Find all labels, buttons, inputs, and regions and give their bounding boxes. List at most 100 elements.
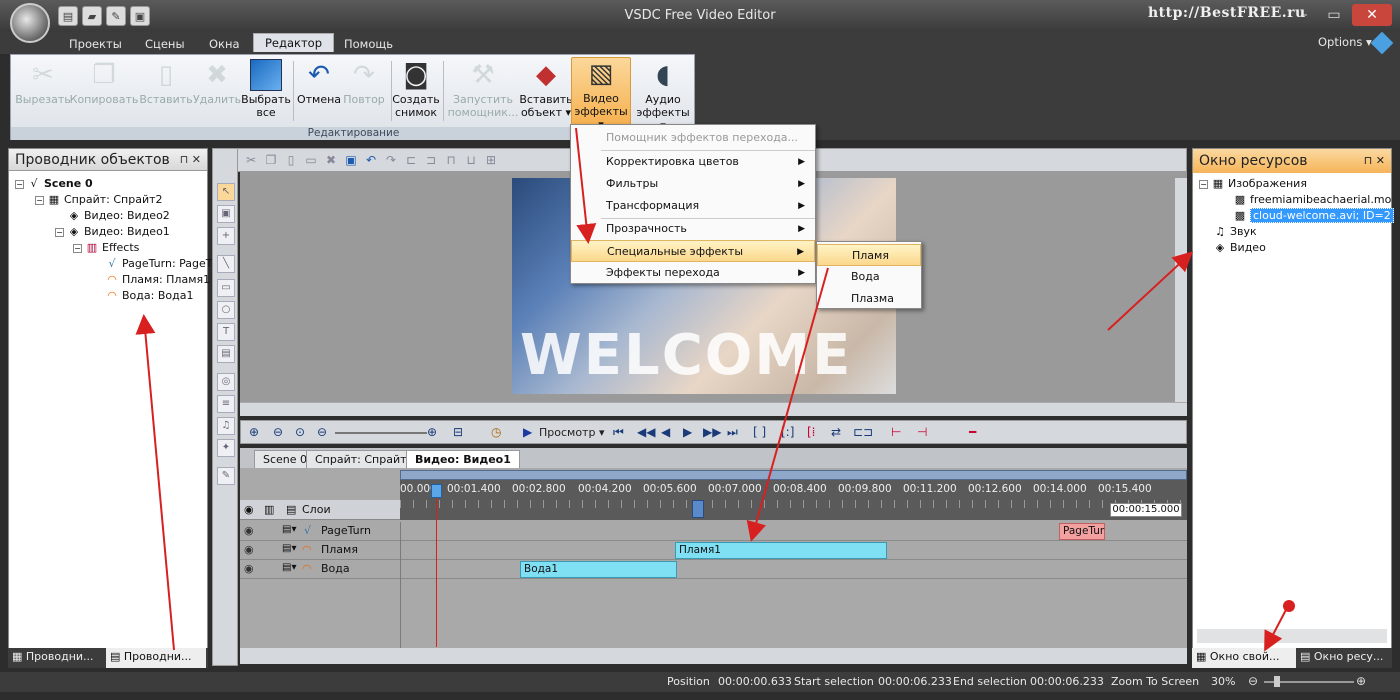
tools-icon[interactable]: ✎ [106, 6, 126, 26]
cut-icon[interactable]: ✂ [243, 152, 259, 168]
rect-tool-icon[interactable]: ▭ [217, 279, 235, 297]
close-button[interactable]: ✕ [1352, 4, 1392, 26]
playhead-handle[interactable] [431, 484, 442, 498]
eye-icon[interactable]: ◉ [244, 543, 254, 556]
position-marker[interactable] [692, 500, 704, 518]
tab-projects[interactable]: Проекты [58, 35, 133, 54]
collapse-icon[interactable]: − [15, 179, 24, 189]
tree-item-video[interactable]: ◈ Видео [1213, 240, 1266, 256]
ellipse-tool-icon[interactable]: ○ [217, 301, 235, 319]
copy-icon[interactable]: ❐ [263, 152, 279, 168]
step-forward-icon[interactable]: ▶ [683, 425, 692, 439]
collapse-icon[interactable]: − [55, 227, 64, 237]
video-effects-button[interactable]: ▧Видео эффекты ▾ [571, 57, 631, 131]
video-tool-icon[interactable]: ◎ [217, 373, 235, 391]
zoom-100-icon[interactable]: ⊙ [295, 425, 305, 439]
zoom-slider-min-icon[interactable]: ⊖ [317, 425, 327, 439]
timeline-layer-flame[interactable]: ◉ ▤▾ ◠ Пламя Пламя1 [240, 541, 1187, 560]
clip-water[interactable]: Вода1 [520, 561, 677, 578]
insert-object-button[interactable]: ◆ Вставить объект ▾ [519, 59, 573, 127]
snapshot-button[interactable]: ◙ Создать снимок [392, 59, 440, 127]
delete-button[interactable]: ✖ Удалить [193, 59, 241, 127]
fast-forward-icon[interactable]: ▶▶ [703, 425, 721, 439]
tab-help[interactable]: Помощь [333, 35, 404, 54]
fit-icon[interactable]: ⊟ [453, 425, 463, 439]
paste-button[interactable]: ▯ Вставить [139, 59, 193, 127]
canvas-hscroll[interactable] [240, 402, 1187, 416]
line-tool-icon[interactable]: ╲ [217, 255, 235, 273]
tree-item-video2[interactable]: ◈ Видео: Видео2 [67, 208, 170, 224]
zoom-out-icon[interactable]: ⊖ [273, 425, 283, 439]
app-logo-icon[interactable] [10, 3, 50, 43]
tree-item-water[interactable]: ◠ Вода: Вода1 [105, 288, 193, 304]
timeline-range-bar[interactable] [400, 470, 1187, 480]
minimize-icon[interactable]: – [1290, 4, 1318, 26]
paste-icon[interactable]: ▯ [283, 152, 299, 168]
zoom-in-icon[interactable]: ⊕ [249, 425, 259, 439]
tree-item-sprite[interactable]: − ▦ Спрайт: Спрайт2 [35, 192, 163, 208]
tab-explorer-2[interactable]: ▤ Проводни... [106, 648, 206, 668]
text-tool-icon[interactable]: T [217, 323, 235, 341]
resource-file-avi[interactable]: ▩ cloud-welcome.avi; ID=2 [1233, 208, 1394, 224]
distribute-icon[interactable]: ⊞ [483, 152, 499, 168]
tree-item-video1[interactable]: − ◈ Видео: Видео1 [55, 224, 170, 240]
maximize-icon[interactable]: ▭ [1320, 4, 1348, 26]
cut-button[interactable]: ✂ Вырезать [15, 59, 71, 127]
submenu-item-water[interactable]: Вода [817, 266, 921, 288]
undo-icon[interactable]: ↶ [363, 152, 379, 168]
rewind-icon[interactable]: ◀◀ [637, 425, 655, 439]
layer-menu-icon[interactable]: ▤▾ [282, 524, 296, 535]
tab-scenes[interactable]: Сцены [134, 35, 196, 54]
menu-item-transparency[interactable]: Прозрачность ▶ [571, 218, 815, 240]
canvas-vscroll[interactable] [1175, 178, 1187, 402]
crop-tool-icon[interactable]: ▣ [217, 205, 235, 223]
submenu-item-flame[interactable]: Пламя [817, 244, 921, 266]
image-tool-icon[interactable]: ▤ [217, 345, 235, 363]
menu-item-special-effects[interactable]: Специальные эффекты ▶ [571, 240, 815, 262]
visibility-icon[interactable]: ◉ [244, 503, 254, 516]
tree-item-flame[interactable]: ◠ Пламя: Пламя1 [105, 272, 210, 288]
undo-button[interactable]: ↶ Отмена [297, 59, 341, 127]
play-icon[interactable]: ▶ [523, 425, 532, 439]
zoom-slider[interactable]: ⊖ ⊕ [1248, 674, 1368, 688]
pin-close-icons[interactable]: ⊓ ✕ [180, 153, 201, 166]
layer-menu-icon[interactable]: ▤▾ [282, 562, 296, 573]
cut-marker-icon[interactable]: [⁞ [807, 425, 816, 439]
to-start-icon[interactable]: ⏮ [613, 425, 624, 440]
zoom-slider-track[interactable] [335, 432, 427, 434]
marker-a-icon[interactable]: ⊢ [891, 425, 901, 439]
lock-icon[interactable]: ▥ [264, 503, 274, 516]
music-tool-icon[interactable]: ♫ [217, 417, 235, 435]
remove-marker-icon[interactable]: ━ [969, 425, 976, 439]
clip-flame[interactable]: Пламя1 [675, 542, 887, 559]
chart-tool-icon[interactable]: ≡ [217, 395, 235, 413]
timeline-layer-water[interactable]: ◉ ▤▾ ◠ Вода Вода1 [240, 560, 1187, 579]
timeline-tab-video[interactable]: Видео: Видео1 [406, 450, 520, 468]
region-icon[interactable]: ⊏⊐ [853, 425, 873, 439]
eye-icon[interactable]: ◉ [244, 562, 254, 575]
tree-item-sound[interactable]: ♫ Звук [1213, 224, 1257, 240]
align-top-icon[interactable]: ⊓ [443, 152, 459, 168]
align-left-icon[interactable]: ⊏ [403, 152, 419, 168]
redo-button[interactable]: ↷ Повтор [341, 59, 387, 127]
menu-item-transform[interactable]: Трансформация ▶ [571, 195, 815, 217]
playhead-line[interactable] [436, 487, 437, 647]
pointer-tool-icon[interactable]: ↖ [217, 183, 235, 201]
options-menu[interactable]: Options ▾ [1318, 35, 1372, 49]
marker-b-icon[interactable]: ⊣ [917, 425, 927, 439]
new-project-icon[interactable]: ▤ [58, 6, 78, 26]
sprite-tool-icon[interactable]: ✦ [217, 439, 235, 457]
collapse-icon[interactable]: − [35, 195, 44, 205]
preview-dropdown[interactable]: Просмотр ▾ [539, 426, 604, 439]
menu-item-transition-effects[interactable]: Эффекты перехода ▶ [571, 262, 815, 284]
resources-hscroll[interactable] [1197, 629, 1387, 643]
crop-icon[interactable]: ▭ [303, 152, 319, 168]
clock-icon[interactable]: ◷ [491, 425, 501, 439]
tree-item-scene[interactable]: − √ Scene 0 [15, 176, 93, 192]
resource-file-mov[interactable]: ▩freemiamibeachaerial.mov; I [1233, 192, 1391, 208]
tab-resources[interactable]: ▤ Окно ресу... [1296, 648, 1392, 668]
menu-item-color-correction[interactable]: Корректировка цветов ▶ [571, 151, 815, 173]
menu-item-transition-wizard[interactable]: Помощник эффектов перехода... [571, 127, 815, 149]
zoom-slider-max-icon[interactable]: ⊕ [427, 425, 437, 439]
collapse-icon[interactable]: − [73, 243, 82, 253]
